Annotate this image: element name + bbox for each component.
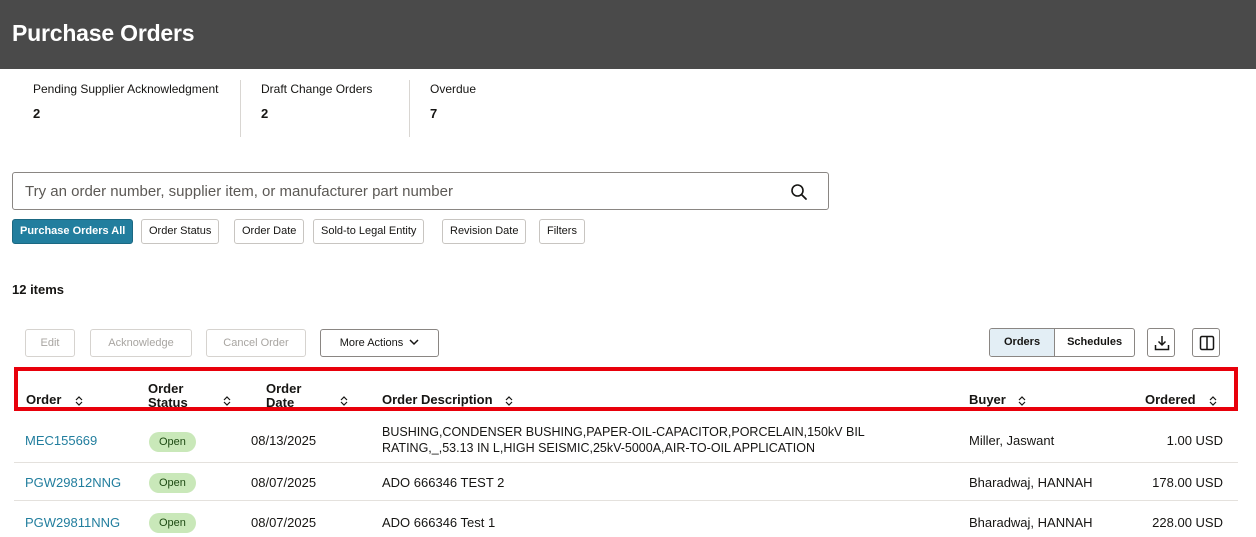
metric-label: Pending Supplier Acknowledgment — [33, 82, 219, 96]
order-description: ADO 666346 TEST 2 — [382, 475, 505, 490]
sort-icon[interactable] — [1017, 395, 1027, 407]
ordered-amount: 1.00 USD — [1166, 433, 1223, 448]
schedules-view-button[interactable]: Schedules — [1055, 329, 1134, 356]
metric-draft-change-orders[interactable]: Draft Change Orders 2 — [261, 82, 372, 121]
header-line: Order — [148, 381, 184, 396]
column-header-ordered[interactable]: Ordered — [1145, 392, 1196, 407]
description-line: RATING,_,53.13 IN L,HIGH SEISMIC,25kV-50… — [382, 441, 816, 455]
sort-icon[interactable] — [1208, 395, 1218, 407]
columns-icon — [1199, 335, 1215, 351]
column-header-order-status[interactable]: Order Status — [148, 382, 188, 410]
description-line: BUSHING,CONDENSER BUSHING,PAPER-OIL-CAPA… — [382, 425, 865, 439]
status-badge: Open — [149, 473, 196, 493]
ordered-amount: 178.00 USD — [1152, 475, 1223, 490]
sort-icon[interactable] — [339, 395, 349, 407]
more-actions-label: More Actions — [339, 337, 404, 349]
column-header-order[interactable]: Order — [26, 392, 61, 407]
header-line: Date — [266, 395, 295, 410]
metric-value: 2 — [33, 106, 41, 121]
items-count: 12 items — [12, 282, 65, 297]
filter-chip-purchase-orders-all[interactable]: Purchase Orders All — [12, 219, 134, 244]
edit-button[interactable]: Edit — [25, 329, 75, 357]
order-number-link[interactable]: PGW29811NNG — [25, 515, 120, 530]
metric-value: 2 — [261, 106, 269, 121]
header-line: Order — [266, 381, 302, 396]
cancel-order-button[interactable]: Cancel Order — [206, 329, 306, 357]
order-date: 08/07/2025 — [251, 475, 317, 490]
column-header-order-description[interactable]: Order Description — [382, 392, 493, 407]
table-row[interactable]: PGW29811NNG Open 08/07/2025 ADO 666346 T… — [14, 501, 1238, 537]
metric-divider — [240, 80, 241, 137]
order-date: 08/07/2025 — [251, 515, 317, 530]
view-toggle: Orders Schedules — [989, 328, 1136, 357]
acknowledge-button[interactable]: Acknowledge — [90, 329, 192, 357]
page-header: Purchase Orders — [0, 0, 1256, 69]
sort-icon[interactable] — [74, 395, 84, 407]
filter-chip-order-status[interactable]: Order Status — [141, 219, 220, 244]
column-header-order-date[interactable]: Order Date — [266, 382, 301, 410]
status-badge: Open — [149, 432, 196, 452]
status-badge: Open — [149, 513, 196, 533]
table-header: Order Order Status Order Date Order Descri… — [14, 367, 1238, 411]
sort-icon[interactable] — [222, 395, 232, 407]
filter-chip-filters[interactable]: Filters — [539, 219, 585, 244]
buyer-name: Bharadwaj, HANNAH — [969, 475, 1093, 490]
chevron-down-icon — [409, 330, 419, 356]
metric-value: 7 — [430, 106, 438, 121]
metric-label: Overdue — [430, 82, 477, 96]
buyer-name: Miller, Jaswant — [969, 433, 1055, 448]
orders-view-button[interactable]: Orders — [990, 329, 1056, 356]
more-actions-button[interactable]: More Actions — [320, 329, 439, 357]
header-line: Status — [148, 395, 188, 410]
order-number-link[interactable]: MEC155669 — [25, 433, 97, 448]
filter-chip-order-date[interactable]: Order Date — [234, 219, 305, 244]
metric-pending-ack[interactable]: Pending Supplier Acknowledgment 2 — [33, 82, 218, 121]
search-box — [12, 172, 829, 210]
filter-chip-revision-date[interactable]: Revision Date — [442, 219, 527, 244]
table-row[interactable]: MEC155669 Open 08/13/2025 BUSHING,CONDEN… — [14, 419, 1238, 463]
page-title: Purchase Orders — [12, 20, 195, 46]
order-number-link[interactable]: PGW29812NNG — [25, 475, 121, 490]
ordered-amount: 228.00 USD — [1152, 515, 1223, 530]
table-row[interactable]: PGW29812NNG Open 08/07/2025 ADO 666346 T… — [14, 463, 1238, 501]
order-description: ADO 666346 Test 1 — [382, 515, 496, 530]
search-icon[interactable] — [790, 183, 808, 201]
column-header-buyer[interactable]: Buyer — [969, 392, 1006, 407]
sort-icon[interactable] — [504, 395, 514, 407]
metric-label: Draft Change Orders — [261, 82, 373, 96]
order-description: BUSHING,CONDENSER BUSHING,PAPER-OIL-CAPA… — [382, 424, 865, 456]
download-icon — [1154, 336, 1170, 351]
search-input[interactable] — [25, 181, 765, 201]
metric-overdue[interactable]: Overdue 7 — [430, 82, 476, 121]
metric-divider — [409, 80, 410, 137]
buyer-name: Bharadwaj, HANNAH — [969, 515, 1093, 530]
filter-chip-sold-to-legal-entity[interactable]: Sold-to Legal Entity — [313, 219, 425, 244]
download-button[interactable] — [1147, 328, 1175, 357]
order-date: 08/13/2025 — [251, 433, 317, 448]
columns-button[interactable] — [1192, 328, 1220, 357]
